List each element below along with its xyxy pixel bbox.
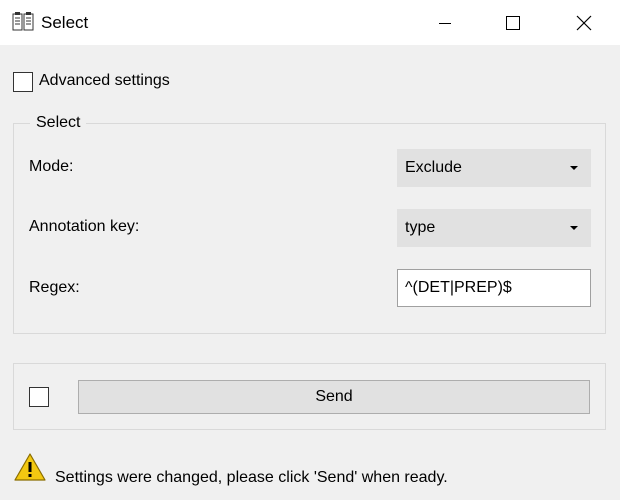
advanced-settings-label[interactable]: Advanced settings — [39, 72, 170, 90]
auto-send-checkbox[interactable] — [29, 387, 49, 407]
select-group-title: Select — [30, 114, 87, 132]
mode-label: Mode: — [29, 158, 74, 175]
minimize-icon — [439, 22, 451, 24]
document-copy-icon — [12, 12, 34, 31]
warning-icon — [14, 453, 46, 481]
maximize-button[interactable] — [490, 0, 536, 45]
maximize-icon — [506, 15, 520, 30]
dropdown-arrow-icon — [570, 226, 578, 230]
send-button[interactable]: Send — [78, 380, 590, 414]
annotation-key-dropdown[interactable]: type — [397, 209, 591, 247]
status-message: Settings were changed, please click 'Sen… — [55, 469, 448, 486]
mode-dropdown[interactable]: Exclude — [397, 149, 591, 187]
mode-value: Exclude — [405, 159, 462, 176]
regex-label: Regex: — [29, 279, 80, 296]
send-button-label: Send — [315, 388, 353, 405]
annotation-key-label: Annotation key: — [29, 218, 140, 235]
minimize-button[interactable] — [422, 0, 468, 45]
regex-input[interactable] — [397, 269, 591, 307]
annotation-key-value: type — [405, 219, 436, 236]
title-bar[interactable]: Select — [0, 0, 620, 45]
window-title: Select — [41, 13, 89, 32]
advanced-settings-checkbox[interactable] — [13, 72, 33, 92]
dropdown-arrow-icon — [570, 166, 578, 170]
close-icon — [576, 15, 592, 30]
close-button[interactable] — [561, 0, 607, 45]
